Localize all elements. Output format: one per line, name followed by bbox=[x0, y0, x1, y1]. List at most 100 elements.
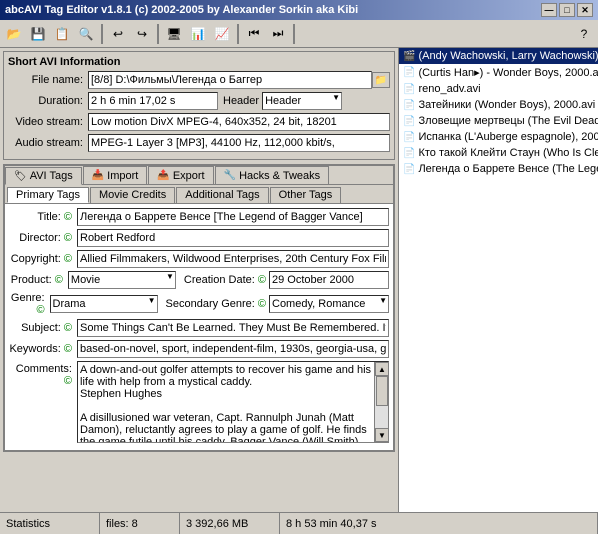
creation-date-input[interactable] bbox=[269, 271, 389, 289]
status-duration: 8 h 53 min 40,37 s bbox=[280, 513, 598, 534]
title-bar-buttons: — □ ✕ bbox=[541, 3, 593, 17]
comments-wrapper: ▲ ▼ bbox=[77, 361, 389, 443]
toolbar-btn11[interactable]: ⏭ bbox=[267, 23, 289, 45]
tab-hacks[interactable]: 🔧 Hacks & Tweaks bbox=[215, 166, 330, 184]
title-input[interactable] bbox=[77, 208, 389, 226]
status-files: files: 8 bbox=[100, 513, 180, 534]
toolbar-btn5[interactable]: ↩ bbox=[107, 23, 129, 45]
maximize-button[interactable]: □ bbox=[559, 3, 575, 17]
toolbar-btn7[interactable]: 🖥 bbox=[163, 23, 185, 45]
file-item-1[interactable]: 📄 (Curtis Han▸) - Wonder Boys, 2000.avi bbox=[399, 64, 598, 81]
genre-row: Genre: © Drama Secondary Genre: © Comedy… bbox=[9, 292, 389, 316]
subtab-other[interactable]: Other Tags bbox=[270, 187, 342, 203]
toolbar-btn8[interactable]: 📊 bbox=[187, 23, 209, 45]
toolbar-btn6[interactable]: ↪ bbox=[131, 23, 153, 45]
file-name-6: Кто такой Клейти Стаун (Who Is Cletis To… bbox=[418, 147, 598, 159]
file-item-2[interactable]: 📄 reno_adv.avi bbox=[399, 81, 598, 97]
director-input[interactable] bbox=[77, 229, 389, 247]
duration-row: Duration: Header Header bbox=[8, 92, 390, 110]
genre-select[interactable]: Drama bbox=[50, 295, 158, 313]
secondary-genre-select[interactable]: Comedy, Romance bbox=[269, 295, 389, 313]
filename-row: File name: 📁 bbox=[8, 71, 390, 89]
file-name-5: Испанка (L'Auberge espagnole), 2002.avi bbox=[418, 131, 598, 143]
file-name-0: (Andy Wachowski, Larry Wachowski) - The … bbox=[418, 50, 598, 62]
file-icon-2: 📄 bbox=[403, 84, 415, 95]
title-row: Title: © bbox=[9, 208, 389, 226]
duration-label: Duration: bbox=[8, 95, 88, 107]
import-icon: 📥 bbox=[92, 170, 104, 181]
comments-field-label: Comments: © bbox=[9, 361, 77, 387]
files-label: files: 8 bbox=[106, 518, 138, 530]
toolbar-open-btn[interactable]: 📂 bbox=[3, 23, 25, 45]
genre-field-label: Genre: © bbox=[9, 292, 50, 316]
file-item-4[interactable]: 📄 Зловещие мертвецы (The Evil Dead), 198… bbox=[399, 113, 598, 129]
keywords-row: Keywords: © bbox=[9, 340, 389, 358]
tab-import[interactable]: 📥 Import bbox=[83, 166, 148, 184]
keywords-field-label: Keywords: © bbox=[9, 343, 77, 355]
file-item-0[interactable]: 🎬 (Andy Wachowski, Larry Wachowski) - Th… bbox=[399, 48, 598, 64]
form-content: Title: © Director: © Copyright: © Produc… bbox=[5, 203, 393, 450]
director-row: Director: © bbox=[9, 229, 389, 247]
status-bar: Statistics files: 8 3 392,66 MB 8 h 53 m… bbox=[0, 512, 598, 534]
scroll-track bbox=[375, 376, 388, 428]
scroll-thumb bbox=[376, 376, 388, 406]
header-label: Header bbox=[223, 95, 259, 107]
toolbar-btn3[interactable]: 📋 bbox=[51, 23, 73, 45]
statistics-label: Statistics bbox=[6, 518, 50, 530]
duration-input[interactable] bbox=[88, 92, 218, 110]
avi-tags-icon: 🏷 bbox=[14, 171, 27, 182]
comments-scrollbar[interactable]: ▲ ▼ bbox=[374, 362, 388, 442]
copyright-row: Copyright: © bbox=[9, 250, 389, 268]
file-item-3[interactable]: 📄 Затейники (Wonder Boys), 2000.avi bbox=[399, 97, 598, 113]
scroll-up-btn[interactable]: ▲ bbox=[375, 362, 389, 376]
toolbar-btn4[interactable]: 🔍 bbox=[75, 23, 97, 45]
videostream-label: Video stream: bbox=[8, 116, 88, 128]
keywords-input[interactable] bbox=[77, 340, 389, 358]
file-icon-1: 📄 bbox=[403, 67, 415, 78]
status-statistics: Statistics bbox=[0, 513, 100, 534]
toolbar-btn9[interactable]: 📈 bbox=[211, 23, 233, 45]
file-item-7[interactable]: 📄 Легенда о Баррете Венсе (The Legend of… bbox=[399, 161, 598, 177]
subtab-primary[interactable]: Primary Tags bbox=[7, 187, 89, 203]
subtab-row: Primary Tags Movie Credits Additional Ta… bbox=[5, 185, 393, 203]
toolbar-help-btn[interactable]: ? bbox=[573, 23, 595, 45]
browse-button[interactable]: 📁 bbox=[372, 72, 390, 88]
audiostream-label: Audio stream: bbox=[8, 137, 88, 149]
file-name-7: Легенда о Баррете Венсе (The Legend of B… bbox=[418, 163, 598, 175]
director-field-label: Director: © bbox=[9, 232, 77, 244]
product-select[interactable]: Movie bbox=[68, 271, 176, 289]
tab-avi-tags[interactable]: 🏷 AVI Tags bbox=[5, 167, 82, 185]
close-button[interactable]: ✕ bbox=[577, 3, 593, 17]
toolbar-btn10[interactable]: ⏮ bbox=[243, 23, 265, 45]
file-item-6[interactable]: 📄 Кто такой Клейти Стаун (Who Is Cletis … bbox=[399, 145, 598, 161]
copyright-input[interactable] bbox=[77, 250, 389, 268]
main-tab-row: 🏷 AVI Tags 📥 Import 📤 Export 🔧 Hacks & T… bbox=[5, 166, 393, 185]
file-icon-7: 📄 bbox=[403, 164, 415, 175]
status-size: 3 392,66 MB bbox=[180, 513, 280, 534]
videostream-input[interactable] bbox=[88, 113, 390, 131]
file-list-panel: 🎬 (Andy Wachowski, Larry Wachowski) - Th… bbox=[398, 48, 598, 512]
tab-export[interactable]: 📤 Export bbox=[148, 166, 213, 184]
comments-row: Comments: © ▲ ▼ bbox=[9, 361, 389, 443]
size-label: 3 392,66 MB bbox=[186, 518, 248, 530]
title-bar-text: abcAVI Tag Editor v1.8.1 (c) 2002-2005 b… bbox=[5, 4, 358, 16]
scroll-down-btn[interactable]: ▼ bbox=[375, 428, 389, 442]
audiostream-input[interactable] bbox=[88, 134, 390, 152]
minimize-button[interactable]: — bbox=[541, 3, 557, 17]
product-row: Product: © Movie Creation Date: © bbox=[9, 271, 389, 289]
subject-input[interactable] bbox=[77, 319, 389, 337]
file-name-2: reno_adv.avi bbox=[418, 83, 480, 95]
subtab-credits[interactable]: Movie Credits bbox=[90, 187, 175, 203]
main-content: Short AVI Information File name: 📁 Durat… bbox=[0, 48, 598, 512]
file-name-3: Затейники (Wonder Boys), 2000.avi bbox=[418, 99, 595, 111]
toolbar-save-btn[interactable]: 💾 bbox=[27, 23, 49, 45]
file-name-1: (Curtis Han▸) - Wonder Boys, 2000.avi bbox=[418, 66, 598, 79]
header-select[interactable]: Header bbox=[262, 92, 342, 110]
short-avi-title: Short AVI Information bbox=[8, 56, 390, 68]
subtab-additional[interactable]: Additional Tags bbox=[176, 187, 268, 203]
file-item-5[interactable]: 📄 Испанка (L'Auberge espagnole), 2002.av… bbox=[399, 129, 598, 145]
product-field-label: Product: © bbox=[9, 274, 68, 286]
comments-textarea[interactable] bbox=[78, 362, 374, 442]
file-icon-4: 📄 bbox=[403, 116, 415, 127]
filename-input[interactable] bbox=[88, 71, 372, 89]
